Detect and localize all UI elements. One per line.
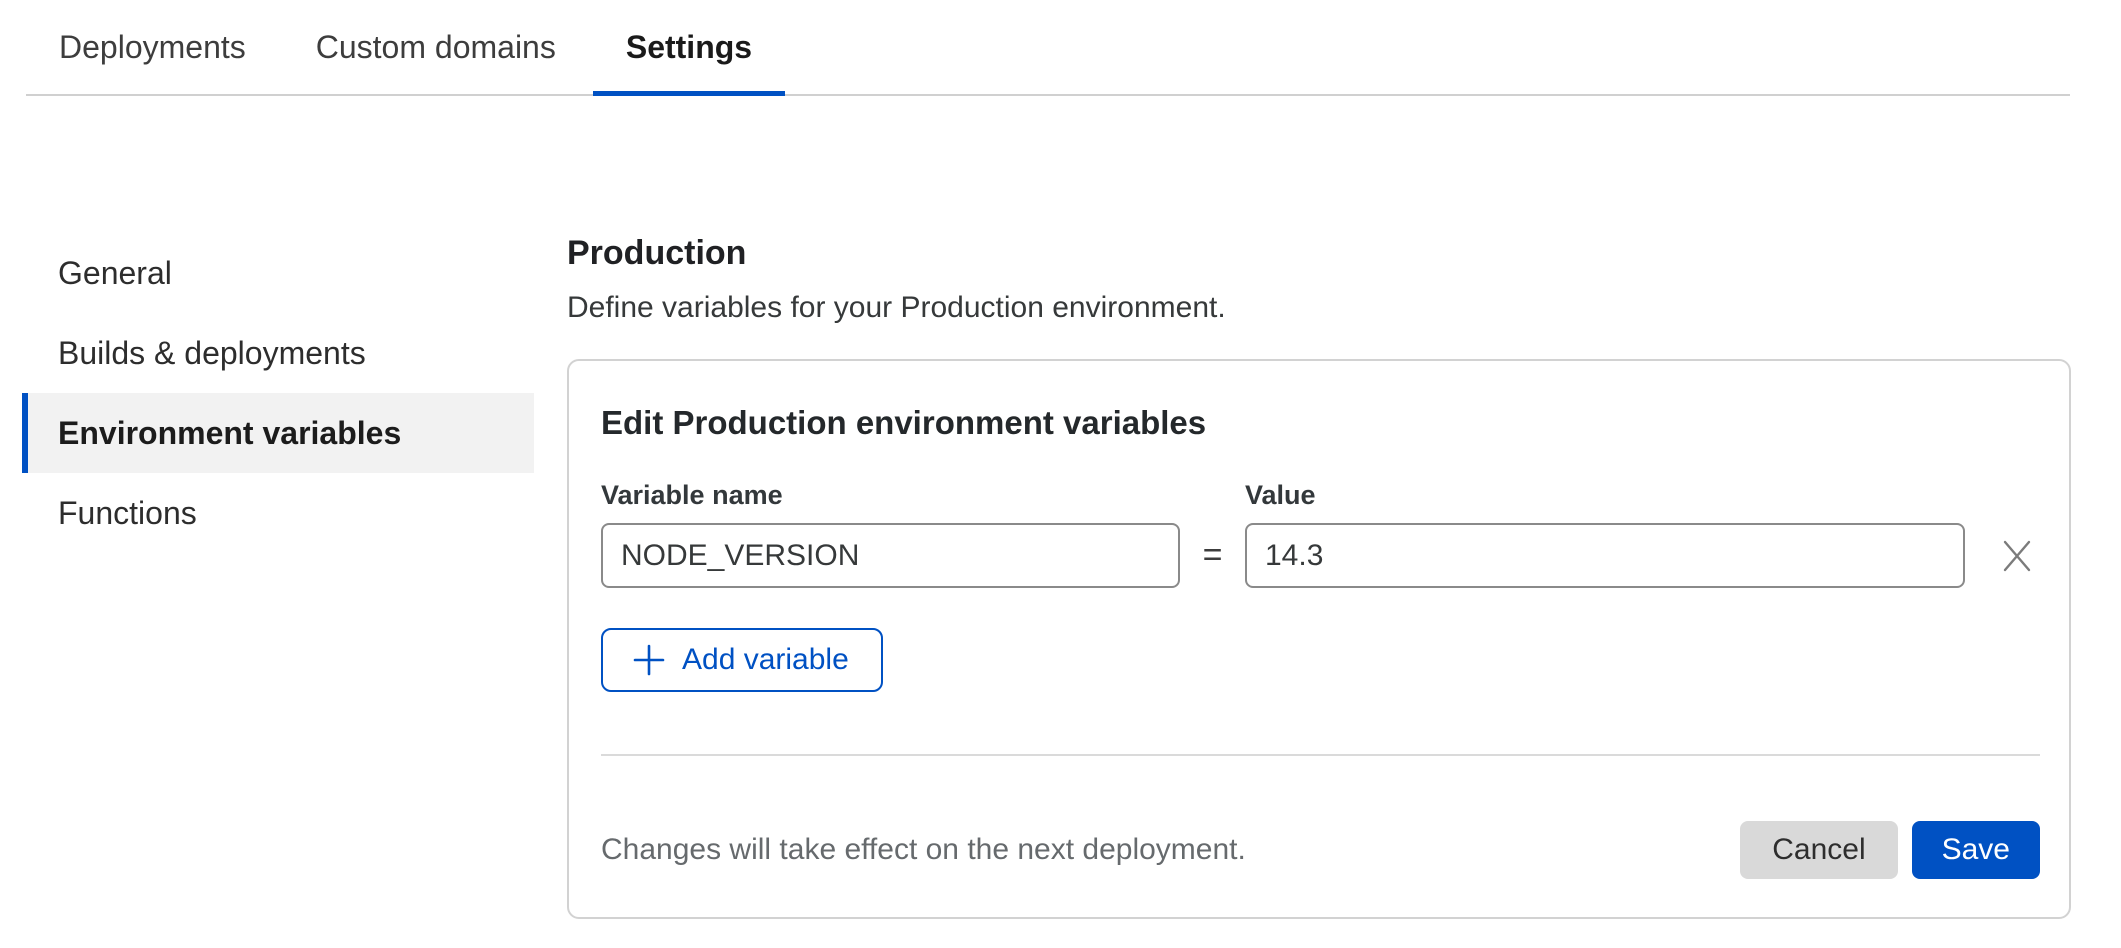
equals-sign: = <box>1180 536 1245 575</box>
tab-deployments[interactable]: Deployments <box>26 0 279 94</box>
variables-form: Variable name Value = <box>601 480 2040 588</box>
value-label: Value <box>1245 480 1965 511</box>
variable-name-input[interactable] <box>601 523 1180 588</box>
variable-name-label: Variable name <box>601 480 1180 511</box>
edit-variables-card: Edit Production environment variables Va… <box>567 359 2071 920</box>
remove-variable-button[interactable] <box>1994 530 2040 582</box>
sidebar-item-functions[interactable]: Functions <box>22 473 534 553</box>
section-title: Production <box>567 233 2071 274</box>
footer-note: Changes will take effect on the next dep… <box>601 832 1740 868</box>
sidebar-item-environment-variables[interactable]: Environment variables <box>22 393 534 473</box>
card-footer: Changes will take effect on the next dep… <box>601 821 2040 879</box>
sidebar-item-builds-deployments[interactable]: Builds & deployments <box>22 313 534 393</box>
x-icon <box>2001 539 2033 573</box>
settings-layout: General Builds & deployments Environment… <box>0 233 2121 919</box>
project-tabbar: Deployments Custom domains Settings <box>26 0 2070 96</box>
environment-variables-settings-page: Deployments Custom domains Settings Gene… <box>0 0 2121 948</box>
settings-sidebar: General Builds & deployments Environment… <box>22 233 534 553</box>
variable-value-input[interactable] <box>1245 523 1965 588</box>
card-divider <box>601 754 2040 756</box>
plus-icon <box>631 642 667 678</box>
card-title: Edit Production environment variables <box>601 403 2040 443</box>
add-variable-label: Add variable <box>682 643 849 677</box>
main-content: Production Define variables for your Pro… <box>567 233 2071 919</box>
cancel-button[interactable]: Cancel <box>1740 821 1897 879</box>
add-variable-button[interactable]: Add variable <box>601 628 883 692</box>
sidebar-item-general[interactable]: General <box>22 233 534 313</box>
save-button[interactable]: Save <box>1912 821 2040 879</box>
tab-settings[interactable]: Settings <box>593 0 785 94</box>
section-description: Define variables for your Production env… <box>567 290 2071 326</box>
tab-custom-domains[interactable]: Custom domains <box>283 0 589 94</box>
